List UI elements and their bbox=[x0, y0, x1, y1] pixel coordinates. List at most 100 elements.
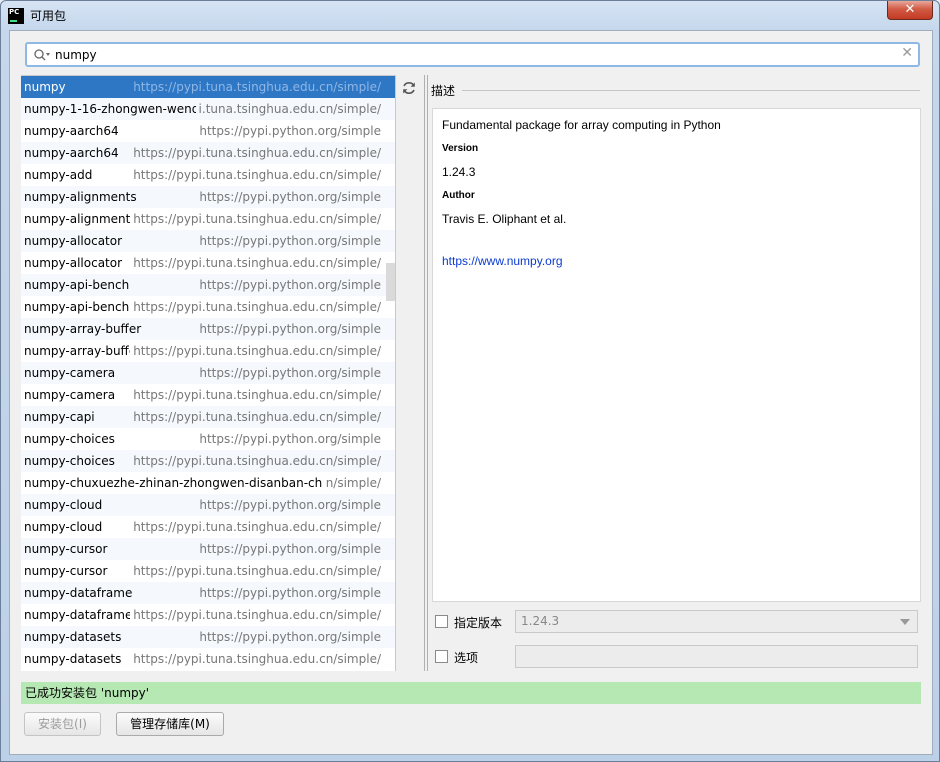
package-repository-url: https://pypi.python.org/simple bbox=[196, 626, 381, 648]
package-row[interactable]: numpy-alignments https://pypi.python.org/… bbox=[21, 186, 395, 208]
package-row[interactable]: numpy-datasets https://pypi.python.org/si… bbox=[21, 626, 395, 648]
specify-version-checkbox[interactable] bbox=[435, 615, 448, 628]
package-row[interactable]: numpy-array-buffer https://pypi.python.or… bbox=[21, 318, 395, 340]
window-frame: PC 可用包 ✕ ✕ numpy https://pypi.tuna.tsingh… bbox=[0, 0, 940, 762]
package-row[interactable]: numpy-camera https://pypi.python.org/simp… bbox=[21, 362, 395, 384]
package-name: numpy-datasets bbox=[24, 652, 122, 666]
package-repository-url: https://pypi.tuna.tsinghua.edu.cn/simple… bbox=[130, 406, 381, 428]
package-repository-url: https://pypi.python.org/simple bbox=[196, 120, 381, 142]
package-repository-url: https://pypi.python.org/simple bbox=[196, 318, 381, 340]
package-row[interactable]: numpy-1-16-zhongwen-wendang i.tuna.tsingh… bbox=[21, 98, 395, 120]
package-repository-url: https://pypi.python.org/simple bbox=[196, 582, 381, 604]
install-package-button[interactable]: 安装包(I) bbox=[24, 712, 101, 736]
chevron-down-icon bbox=[900, 619, 910, 625]
package-repository-url: https://pypi.python.org/simple bbox=[196, 428, 381, 450]
package-name: numpy-add bbox=[24, 168, 93, 182]
panel-splitter[interactable] bbox=[424, 75, 430, 671]
package-name: numpy-api-bench bbox=[24, 278, 130, 292]
package-name: numpy-dataframe bbox=[24, 586, 133, 600]
package-name: numpy-cloud bbox=[24, 520, 103, 534]
package-name: numpy bbox=[24, 80, 66, 94]
version-heading: Version bbox=[442, 143, 479, 154]
package-summary: Fundamental package for array computing … bbox=[442, 118, 721, 132]
package-name: numpy-api-bench bbox=[24, 300, 130, 314]
package-repository-url: https://pypi.tuna.tsinghua.edu.cn/simple… bbox=[130, 142, 381, 164]
version-select[interactable]: 1.24.3 bbox=[515, 610, 918, 633]
package-repository-url: n/simple/ bbox=[322, 472, 381, 494]
package-row[interactable]: numpy-dataframe https://pypi.python.org/s… bbox=[21, 582, 395, 604]
package-repository-url: https://pypi.tuna.tsinghua.edu.cn/simple… bbox=[130, 340, 381, 362]
list-toolbar bbox=[395, 75, 421, 671]
package-name: numpy-alignments bbox=[24, 212, 137, 226]
package-row[interactable]: numpy-dataframe https://pypi.tuna.tsinghu… bbox=[21, 604, 395, 626]
options-checkbox[interactable] bbox=[435, 650, 448, 663]
package-name: numpy-chuxuezhe-zhinan-zhongwen-disanban… bbox=[24, 476, 341, 490]
package-row[interactable]: numpy-datasets https://pypi.tuna.tsinghua… bbox=[21, 648, 395, 670]
package-row[interactable]: numpy-alignments https://pypi.tuna.tsingh… bbox=[21, 208, 395, 230]
package-name: numpy-cursor bbox=[24, 564, 108, 578]
package-repository-url: https://pypi.tuna.tsinghua.edu.cn/simple… bbox=[130, 208, 381, 230]
author-heading: Author bbox=[442, 190, 475, 201]
package-row[interactable]: numpy-aarch64 https://pypi.python.org/sim… bbox=[21, 120, 395, 142]
package-repository-url: https://pypi.python.org/simple bbox=[196, 494, 381, 516]
package-name: numpy-choices bbox=[24, 432, 115, 446]
package-repository-url: https://pypi.python.org/simple bbox=[196, 274, 381, 296]
package-name: numpy-dataframe bbox=[24, 608, 133, 622]
package-name: numpy-camera bbox=[24, 388, 116, 402]
package-repository-url: https://pypi.tuna.tsinghua.edu.cn/simple… bbox=[130, 560, 381, 582]
package-name: numpy-choices bbox=[24, 454, 115, 468]
package-list[interactable]: numpy https://pypi.tuna.tsinghua.edu.cn/s… bbox=[21, 75, 395, 671]
package-name: numpy-allocator bbox=[24, 256, 123, 270]
package-repository-url: https://pypi.python.org/simple bbox=[196, 538, 381, 560]
package-row[interactable]: numpy-aarch64 https://pypi.tuna.tsinghua.… bbox=[21, 142, 395, 164]
package-row[interactable]: numpy-camera https://pypi.tuna.tsinghua.e… bbox=[21, 384, 395, 406]
package-repository-url: https://pypi.tuna.tsinghua.edu.cn/simple… bbox=[130, 384, 381, 406]
search-icon[interactable] bbox=[33, 48, 51, 62]
package-row[interactable]: numpy-cursor https://pypi.python.org/simp… bbox=[21, 538, 395, 560]
specify-version-label: 指定版本 bbox=[454, 616, 503, 630]
package-repository-url: https://pypi.tuna.tsinghua.edu.cn/simple… bbox=[130, 648, 381, 670]
close-button[interactable]: ✕ bbox=[887, 1, 933, 20]
package-row[interactable]: numpy-add https://pypi.tuna.tsinghua.edu.… bbox=[21, 164, 395, 186]
package-name: numpy-alignments bbox=[24, 190, 137, 204]
package-row[interactable]: numpy-api-bench https://pypi.python.org/s… bbox=[21, 274, 395, 296]
homepage-link[interactable]: https://www.numpy.org bbox=[442, 254, 563, 268]
pycharm-logo-icon: PC bbox=[8, 8, 24, 24]
package-row[interactable]: numpy-choices https://pypi.tuna.tsinghua.… bbox=[21, 450, 395, 472]
package-row[interactable]: numpy-cursor https://pypi.tuna.tsinghua.e… bbox=[21, 560, 395, 582]
package-row[interactable]: numpy-chuxuezhe-zhinan-zhongwen-disanban… bbox=[21, 472, 395, 494]
package-row[interactable]: numpy-capi https://pypi.tuna.tsinghua.edu… bbox=[21, 406, 395, 428]
package-row[interactable]: numpy-cloud https://pypi.tuna.tsinghua.ed… bbox=[21, 516, 395, 538]
package-name: numpy-datasets bbox=[24, 630, 122, 644]
package-row[interactable]: numpy-allocator https://pypi.tuna.tsinghu… bbox=[21, 252, 395, 274]
package-repository-url: i.tuna.tsinghua.edu.cn/simple/ bbox=[195, 98, 381, 120]
package-row[interactable]: numpy-choices https://pypi.python.org/sim… bbox=[21, 428, 395, 450]
package-row[interactable]: numpy-allocator https://pypi.python.org/s… bbox=[21, 230, 395, 252]
search-input[interactable] bbox=[55, 46, 885, 64]
version-select-value: 1.24.3 bbox=[521, 614, 560, 628]
window-title: 可用包 bbox=[30, 9, 67, 23]
package-name: numpy-cloud bbox=[24, 498, 103, 512]
search-box[interactable]: ✕ bbox=[25, 42, 920, 67]
description-divider bbox=[462, 90, 920, 91]
package-repository-url: https://pypi.tuna.tsinghua.edu.cn/simple… bbox=[130, 604, 381, 626]
options-label: 选项 bbox=[454, 651, 479, 665]
package-repository-url: https://pypi.python.org/simple bbox=[196, 186, 381, 208]
package-repository-url: https://pypi.python.org/simple bbox=[196, 230, 381, 252]
package-repository-url: https://pypi.tuna.tsinghua.edu.cn/simple… bbox=[130, 76, 381, 98]
refresh-icon[interactable] bbox=[401, 80, 417, 96]
package-repository-url: https://pypi.tuna.tsinghua.edu.cn/simple… bbox=[130, 450, 381, 472]
package-repository-url: https://pypi.tuna.tsinghua.edu.cn/simple… bbox=[130, 516, 381, 538]
title-bar[interactable]: PC 可用包 ✕ bbox=[1, 1, 939, 29]
manage-repositories-button[interactable]: 管理存储库(M) bbox=[116, 712, 224, 736]
options-input[interactable] bbox=[515, 645, 918, 668]
package-name: numpy-allocator bbox=[24, 234, 123, 248]
package-row[interactable]: numpy https://pypi.tuna.tsinghua.edu.cn/s… bbox=[21, 76, 395, 98]
author-value: Travis E. Oliphant et al. bbox=[442, 212, 567, 226]
package-row[interactable]: numpy-api-bench https://pypi.tuna.tsinghu… bbox=[21, 296, 395, 318]
description-section-label: 描述 bbox=[431, 84, 456, 98]
status-message: 已成功安装包 'numpy' bbox=[21, 682, 921, 704]
package-row[interactable]: numpy-cloud https://pypi.python.org/simpl… bbox=[21, 494, 395, 516]
package-row[interactable]: numpy-array-buffer https://pypi.tuna.tsin… bbox=[21, 340, 395, 362]
clear-icon[interactable]: ✕ bbox=[901, 45, 913, 61]
